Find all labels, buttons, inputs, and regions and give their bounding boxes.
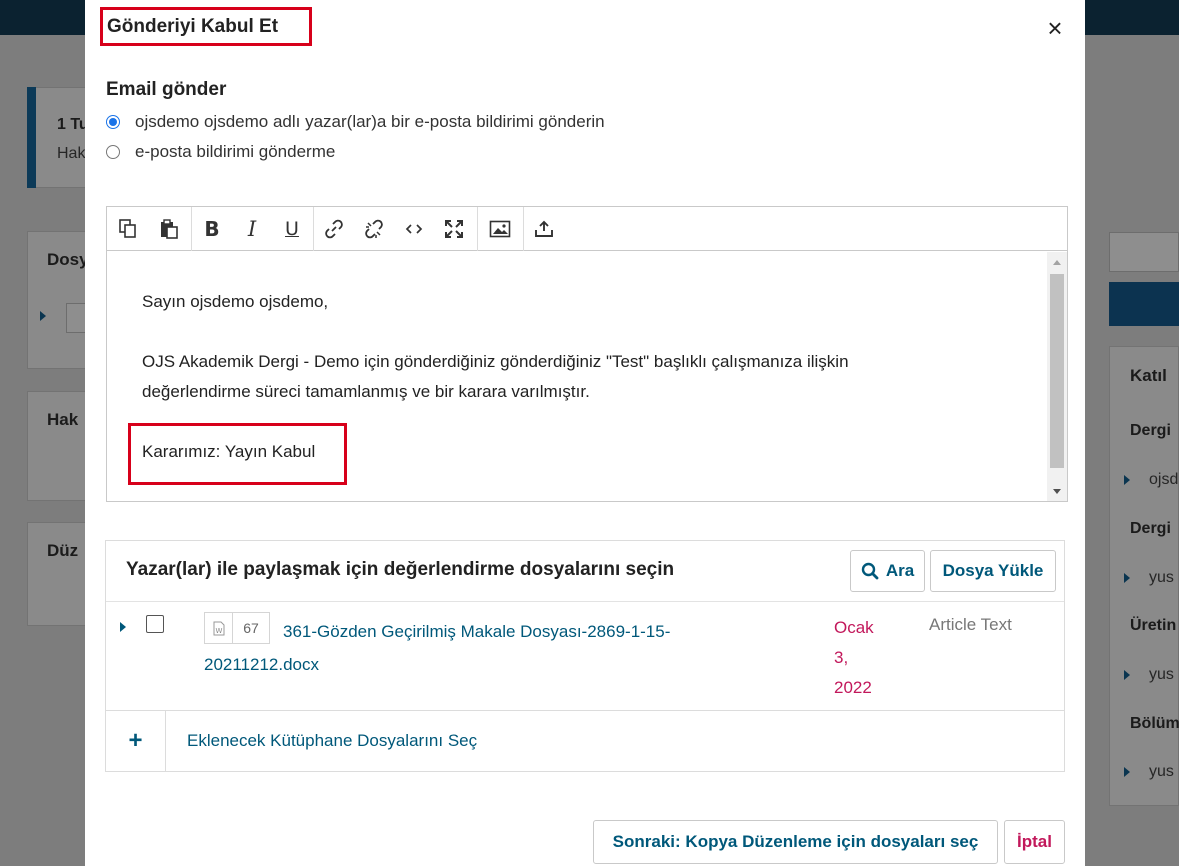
upload-file-button-label: Dosya Yükle bbox=[942, 561, 1044, 580]
file-badge: W 67 bbox=[204, 612, 270, 644]
search-icon bbox=[861, 562, 879, 580]
underline-icon[interactable]: U bbox=[272, 207, 312, 251]
file-name-link[interactable]: 361-Gözden Geçirilmiş Makale Dosyası-286… bbox=[204, 615, 724, 681]
file-date-year: 2022 bbox=[834, 678, 872, 697]
background-card-3-title: Düz bbox=[47, 541, 79, 560]
bold-icon[interactable]: B bbox=[192, 207, 232, 251]
next-copyediting-button[interactable]: Sonraki: Kopya Düzenleme için dosyaları … bbox=[593, 820, 998, 864]
cancel-button-label: İptal bbox=[1017, 832, 1052, 851]
radio-button-unchecked[interactable] bbox=[106, 145, 120, 159]
radio-no-email[interactable]: e-posta bildirimi gönderme bbox=[106, 141, 335, 163]
scroll-up-icon[interactable] bbox=[1053, 260, 1061, 265]
background-expand-icon bbox=[40, 311, 46, 321]
file-date-month: Ocak bbox=[834, 618, 874, 637]
cancel-button[interactable]: İptal bbox=[1004, 820, 1065, 864]
file-date-day: 3, bbox=[834, 648, 849, 667]
italic-icon[interactable]: I bbox=[232, 207, 272, 251]
background-right-heading-2: Dergi bbox=[1130, 520, 1171, 537]
file-id: 67 bbox=[243, 620, 259, 636]
file-date: Ocak 3, 2022 bbox=[834, 613, 874, 703]
background-right-card-title: Katıl bbox=[1130, 366, 1167, 385]
close-icon[interactable]: × bbox=[1042, 14, 1068, 42]
svg-text:W: W bbox=[215, 627, 222, 635]
files-header-divider bbox=[106, 601, 1064, 602]
email-greeting: Sayın ojsdemo ojsdemo, bbox=[142, 292, 329, 311]
background-right-button bbox=[1109, 282, 1179, 326]
background-right-tri-4 bbox=[1124, 767, 1130, 777]
library-files-link[interactable]: Eklenecek Kütüphane Dosyalarını Seç bbox=[187, 731, 477, 751]
paste-icon[interactable] bbox=[148, 207, 189, 251]
radio-no-email-label: e-posta bildirimi gönderme bbox=[135, 142, 336, 161]
file-select-checkbox[interactable] bbox=[146, 615, 164, 633]
modal-title-highlight: Gönderiyi Kabul Et bbox=[100, 7, 312, 46]
library-files-row[interactable]: + Eklenecek Kütüphane Dosyalarını Seç bbox=[105, 710, 1065, 772]
email-section-label: Email gönder bbox=[106, 79, 227, 100]
search-button-label: Ara bbox=[885, 561, 915, 580]
modal-title: Gönderiyi Kabul Et bbox=[107, 16, 279, 37]
background-card-2-title: Hak bbox=[47, 410, 79, 429]
expand-row-icon[interactable] bbox=[120, 622, 126, 632]
scroll-thumb[interactable] bbox=[1050, 274, 1064, 468]
unlink-icon[interactable] bbox=[354, 207, 394, 251]
background-right-heading-3: Üretin bbox=[1130, 617, 1177, 634]
background-right-input bbox=[1109, 232, 1179, 272]
scroll-down-icon[interactable] bbox=[1053, 489, 1061, 494]
background-right-tri-2 bbox=[1124, 573, 1130, 583]
review-files-title: Yazar(lar) ile paylaşmak için değerlendi… bbox=[126, 559, 675, 580]
decision-highlight bbox=[128, 423, 347, 485]
file-type: Article Text bbox=[929, 615, 1012, 634]
code-icon[interactable] bbox=[394, 207, 434, 251]
radio-send-email-label: ojsdemo ojsdemo adlı yazar(lar)a bir e-p… bbox=[135, 112, 605, 131]
upload-icon[interactable] bbox=[524, 207, 564, 251]
link-icon[interactable] bbox=[314, 207, 354, 251]
background-card-files-title: Dosy bbox=[47, 250, 89, 269]
radio-send-email[interactable]: ojsdemo ojsdemo adlı yazar(lar)a bir e-p… bbox=[106, 111, 605, 133]
background-right-heading-4: Bölüm bbox=[1130, 715, 1179, 732]
editor-scrollbar[interactable] bbox=[1047, 252, 1067, 501]
search-button[interactable]: Ara bbox=[850, 550, 925, 592]
image-icon[interactable] bbox=[478, 207, 522, 251]
email-body-line-1: OJS Akademik Dergi - Demo için gönderdiğ… bbox=[142, 352, 849, 371]
background-right-heading-1: Dergi bbox=[1130, 422, 1171, 439]
copy-icon[interactable] bbox=[107, 207, 148, 251]
background-right-item-1: ojsd bbox=[1149, 471, 1179, 488]
radio-button-checked[interactable] bbox=[106, 115, 120, 129]
fullscreen-icon[interactable] bbox=[434, 207, 474, 251]
background-right-item-3: yus bbox=[1149, 666, 1174, 683]
word-document-icon: W bbox=[205, 613, 233, 643]
background-right-tri-1 bbox=[1124, 475, 1130, 485]
email-body-line-2: değerlendirme süreci tamamlanmış ve bir … bbox=[142, 382, 590, 401]
add-library-files-icon[interactable]: + bbox=[106, 711, 166, 771]
background-right-tri-3 bbox=[1124, 670, 1130, 680]
background-notice-text: Hak bbox=[57, 145, 86, 162]
background-file-icon bbox=[66, 303, 86, 333]
background-notice-stripe bbox=[27, 87, 36, 188]
upload-file-button[interactable]: Dosya Yükle bbox=[930, 550, 1056, 592]
editor-toolbar: B I U bbox=[107, 207, 1067, 251]
background-right-item-4: yus bbox=[1149, 763, 1174, 780]
background-right-item-2: yus bbox=[1149, 569, 1174, 586]
background-notice-title: 1 Tu bbox=[57, 116, 89, 133]
next-button-label: Sonraki: Kopya Düzenleme için dosyaları … bbox=[612, 832, 979, 851]
